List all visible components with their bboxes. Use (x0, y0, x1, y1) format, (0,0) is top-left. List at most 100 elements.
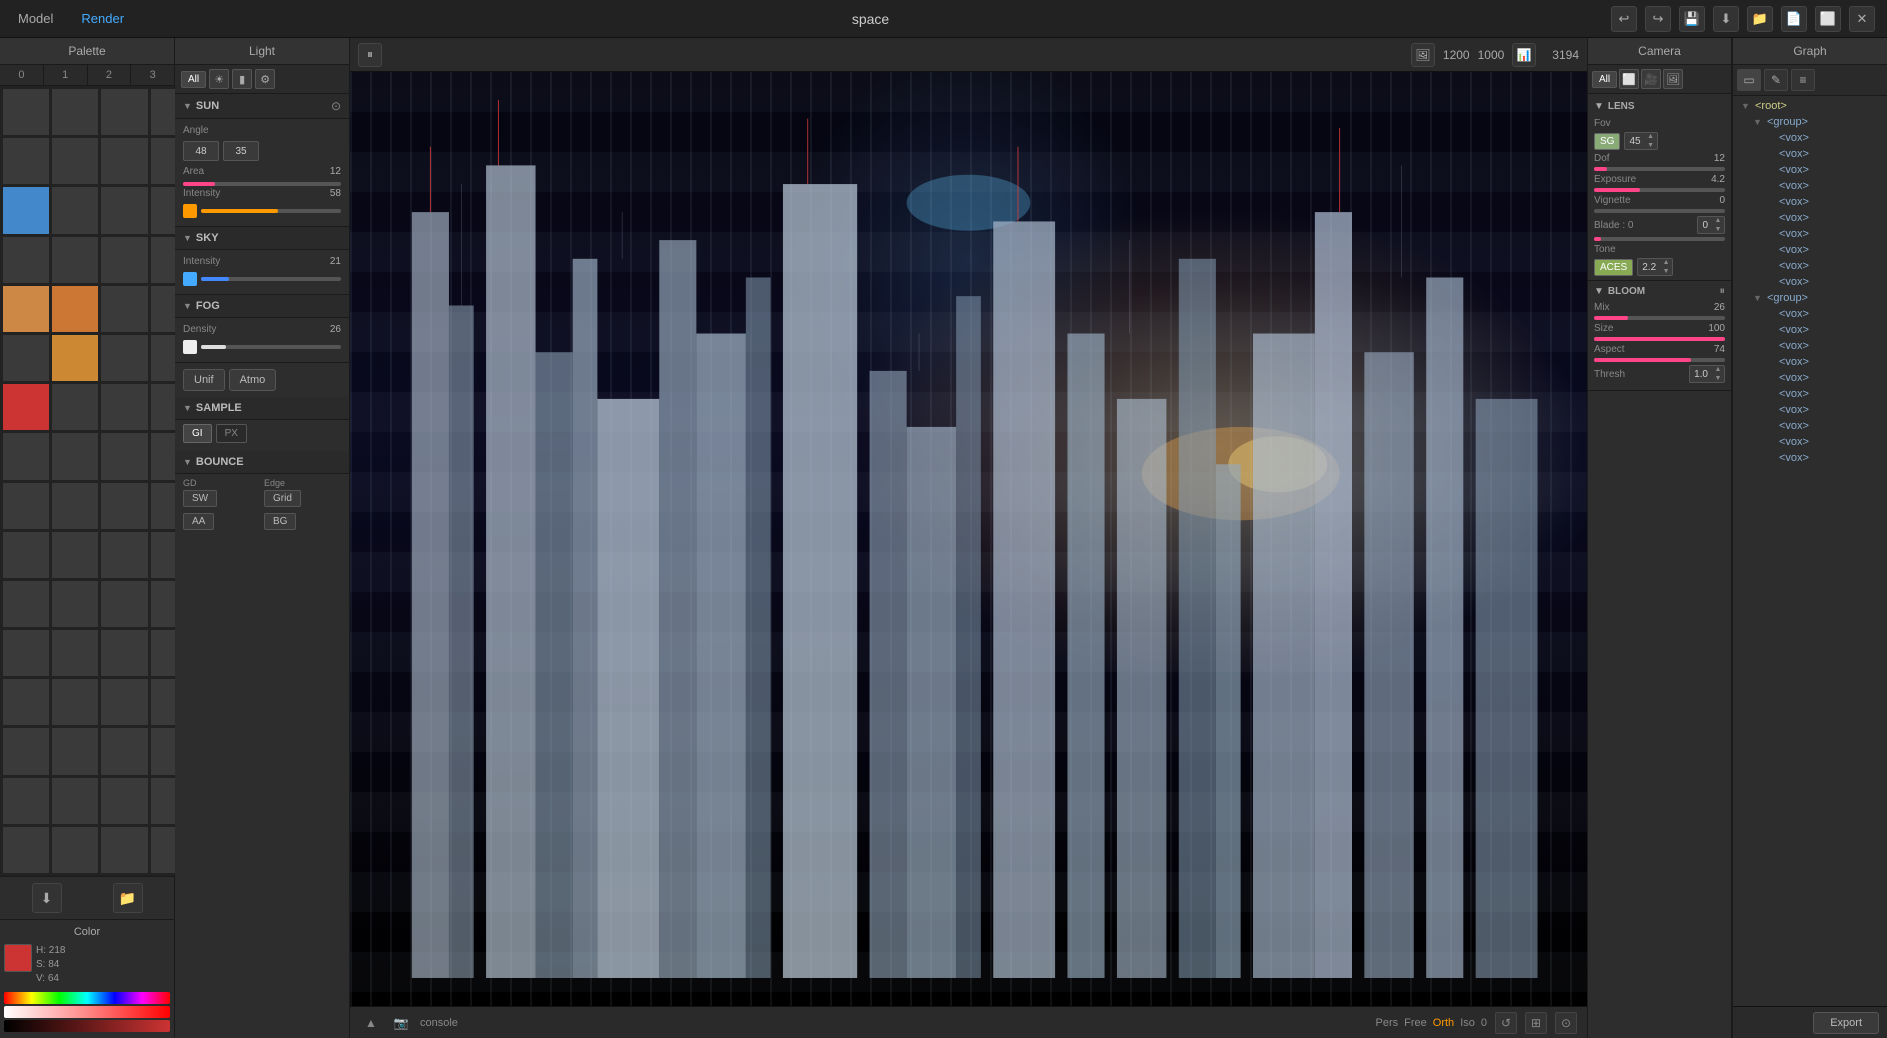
palette-cell-66[interactable] (100, 482, 148, 530)
palette-cell-97[interactable] (51, 678, 99, 726)
fog-section-header[interactable]: ▼ FOG (175, 295, 349, 318)
palette-tab-3[interactable]: 3 (131, 65, 174, 85)
camera-orbit-button[interactable]: ⊙ (1555, 1012, 1577, 1034)
palette-cell-73[interactable] (51, 531, 99, 579)
palette-cell-105[interactable] (51, 727, 99, 775)
menu-render[interactable]: Render (75, 9, 130, 28)
tone-type-button[interactable]: ACES (1594, 259, 1633, 276)
gi-button[interactable]: GI (183, 424, 212, 443)
tree-vox-2-7[interactable]: <vox> (1757, 402, 1887, 418)
palette-cell-122[interactable] (100, 826, 148, 874)
mix-slider[interactable] (1594, 316, 1725, 320)
save-button[interactable]: 💾 (1679, 6, 1705, 32)
exposure-slider[interactable] (1594, 188, 1725, 192)
mode-pers[interactable]: Pers (1376, 1017, 1399, 1029)
graph-list-button[interactable]: ≡ (1791, 69, 1815, 91)
graph-rect-button[interactable]: ▭ (1737, 69, 1761, 91)
palette-cell-24[interactable] (2, 236, 50, 284)
fov-up-arrow[interactable]: ▲ (1645, 132, 1657, 141)
palette-cell-121[interactable] (51, 826, 99, 874)
palette-cell-42[interactable] (100, 334, 148, 382)
tree-vox-2-9[interactable]: <vox> (1757, 434, 1887, 450)
palette-cell-57[interactable] (51, 432, 99, 480)
download-button[interactable]: ⬇ (1713, 6, 1739, 32)
palette-download-button[interactable]: ⬇ (32, 883, 62, 913)
palette-cell-32[interactable] (2, 285, 50, 333)
grid-toggle-button[interactable]: ⊞ (1525, 1012, 1547, 1034)
mode-orth[interactable]: Orth (1433, 1017, 1454, 1029)
thresh-up[interactable]: ▲ (1712, 365, 1724, 374)
px-button[interactable]: PX (216, 424, 247, 443)
blade-up[interactable]: ▲ (1712, 216, 1724, 225)
intensity-slider-track[interactable] (201, 209, 341, 213)
palette-cell-65[interactable] (51, 482, 99, 530)
tree-vox-2-6[interactable]: <vox> (1757, 386, 1887, 402)
palette-folder-button[interactable]: 📁 (113, 883, 143, 913)
unif-button[interactable]: Unif (183, 369, 225, 391)
val-bar[interactable] (4, 1020, 170, 1032)
tree-vox-1-5[interactable]: <vox> (1757, 194, 1887, 210)
palette-cell-17[interactable] (51, 186, 99, 234)
blade-slider[interactable] (1594, 237, 1725, 241)
bloom-pause-button[interactable]: ⏸ (1720, 285, 1726, 298)
blade-down[interactable]: ▼ (1712, 225, 1724, 234)
palette-cell-82[interactable] (100, 580, 148, 628)
mode-iso[interactable]: Iso (1460, 1017, 1475, 1029)
export-button[interactable]: Export (1813, 1012, 1879, 1034)
bounce-section-header[interactable]: ▼ BOUNCE (175, 451, 349, 474)
sat-bar[interactable] (4, 1006, 170, 1018)
bottom-camera-button[interactable]: 📷 (390, 1012, 412, 1034)
aspect-slider[interactable] (1594, 358, 1725, 362)
mode-free[interactable]: Free (1404, 1017, 1427, 1029)
palette-tab-0[interactable]: 0 (0, 65, 44, 85)
palette-cell-49[interactable] (51, 383, 99, 431)
palette-cell-81[interactable] (51, 580, 99, 628)
tree-vox-1-1[interactable]: <vox> (1757, 130, 1887, 146)
close-button[interactable]: ✕ (1849, 6, 1875, 32)
tree-vox-1-4[interactable]: <vox> (1757, 178, 1887, 194)
undo-button[interactable]: ↩ (1611, 6, 1637, 32)
palette-cell-0[interactable] (2, 88, 50, 136)
redo-button[interactable]: ↪ (1645, 6, 1671, 32)
palette-cell-26[interactable] (100, 236, 148, 284)
cam-cube-icon[interactable]: ⬜ (1619, 69, 1639, 89)
tree-vox-1-10[interactable]: <vox> (1757, 274, 1887, 290)
graph-pen-button[interactable]: ✎ (1764, 69, 1788, 91)
tree-vox-2-10[interactable]: <vox> (1757, 450, 1887, 466)
palette-cell-74[interactable] (100, 531, 148, 579)
bounce-sw-button[interactable]: SW (183, 490, 217, 507)
bar-chart-icon-btn[interactable]: 📊 (1512, 43, 1536, 67)
palette-cell-25[interactable] (51, 236, 99, 284)
palette-cell-88[interactable] (2, 629, 50, 677)
palette-cell-16[interactable] (2, 186, 50, 234)
palette-cell-120[interactable] (2, 826, 50, 874)
tree-group1[interactable]: ▼ <group> (1745, 114, 1887, 130)
palette-cell-112[interactable] (2, 777, 50, 825)
palette-cell-9[interactable] (51, 137, 99, 185)
pause-button[interactable]: ⏸ (358, 43, 382, 67)
area-slider-track[interactable] (183, 182, 341, 186)
tree-vox-2-2[interactable]: <vox> (1757, 322, 1887, 338)
bottom-arrow-button[interactable]: ▲ (360, 1012, 382, 1034)
palette-cell-50[interactable] (100, 383, 148, 431)
hue-bar[interactable] (4, 992, 170, 1004)
atmo-button[interactable]: Atmo (229, 369, 277, 391)
tone-up[interactable]: ▲ (1660, 258, 1672, 267)
palette-cell-18[interactable] (100, 186, 148, 234)
fov-value-field[interactable]: 45 ▲ ▼ (1624, 132, 1657, 150)
palette-cell-80[interactable] (2, 580, 50, 628)
bounce-grid-button[interactable]: Grid (264, 490, 301, 507)
sample-section-header[interactable]: ▼ SAMPLE (175, 397, 349, 420)
dof-slider[interactable] (1594, 167, 1725, 171)
reset-view-button[interactable]: ↺ (1495, 1012, 1517, 1034)
folder-button[interactable]: 📁 (1747, 6, 1773, 32)
copy-button[interactable]: ⬜ (1815, 6, 1841, 32)
palette-cell-34[interactable] (100, 285, 148, 333)
bounce-bg-button[interactable]: BG (264, 513, 296, 530)
palette-cell-96[interactable] (2, 678, 50, 726)
sun-filter-icon[interactable]: ☀ (209, 69, 229, 89)
tree-vox-2-3[interactable]: <vox> (1757, 338, 1887, 354)
size-slider[interactable] (1594, 337, 1725, 341)
angle-input-1[interactable]: 48 (183, 141, 219, 161)
fov-type-button[interactable]: SG (1594, 133, 1620, 150)
